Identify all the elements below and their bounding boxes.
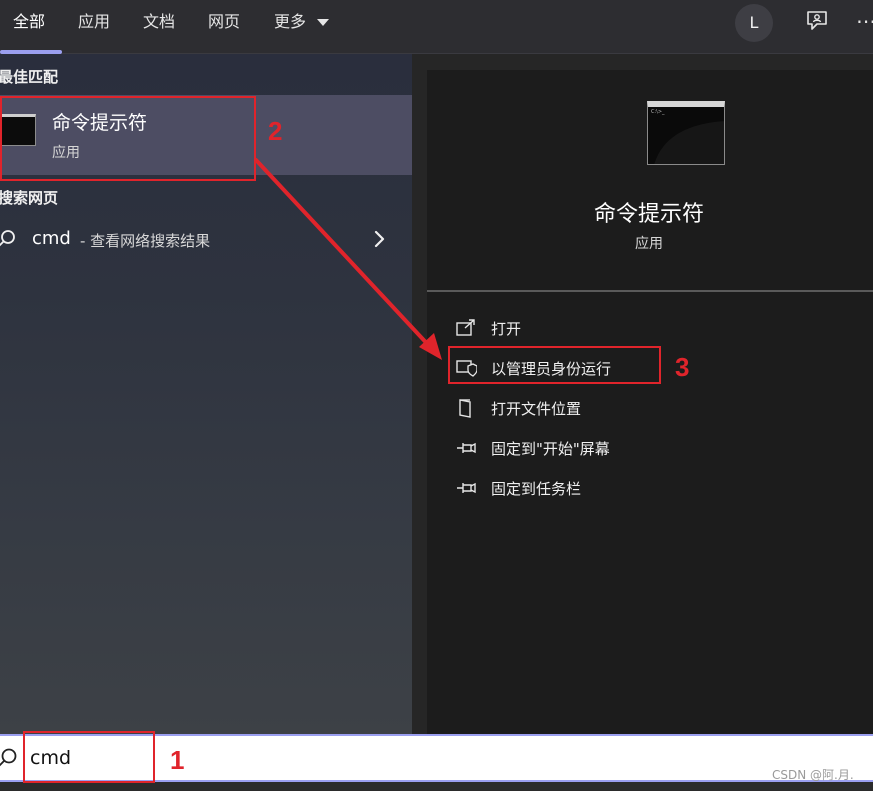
preview-divider [427,290,873,292]
chevron-right-icon[interactable] [372,228,388,250]
tab-more[interactable]: 更多 [274,11,330,33]
action-pin-to-start[interactable]: 固定到"开始"屏幕 [427,430,873,466]
windows-search-panel: 全部 应用 文档 网页 更多 L ⋯ 最佳匹配 命令提示符 应用 搜索网页 cm… [0,0,873,791]
tab-all[interactable]: 全部 [13,11,45,33]
search-icon [0,748,17,767]
open-icon [456,319,475,336]
results-pane: 最佳匹配 命令提示符 应用 搜索网页 cmd - 查看网络搜索结果 [0,54,412,734]
search-icon [0,230,15,247]
web-search-heading: 搜索网页 [0,189,59,207]
tab-web[interactable]: 网页 [208,11,240,33]
preview-pane: C:\>_ 命令提示符 应用 打开 以管理员身份运行 打开文件位置 固定到"开始… [427,70,873,734]
shield-icon [456,360,477,377]
action-open-file-location[interactable]: 打开文件位置 [427,390,873,426]
pin-icon [457,442,476,454]
tab-more-label: 更多 [274,12,307,31]
folder-icon [459,399,471,418]
command-prompt-icon [0,114,36,146]
action-run-as-admin-label: 以管理员身份运行 [491,360,612,378]
command-prompt-large-icon: C:\>_ [647,101,725,165]
action-pin-to-taskbar[interactable]: 固定到任务栏 [427,470,873,506]
search-input[interactable] [30,743,730,773]
search-tab-bar: 全部 应用 文档 网页 更多 L ⋯ [0,0,873,54]
pin-icon [457,482,476,494]
annotation-step-1: 1 [170,745,185,775]
action-pin-to-taskbar-label: 固定到任务栏 [491,480,582,498]
preview-app-name: 命令提示符 [593,202,704,227]
user-avatar[interactable]: L [735,4,773,42]
action-run-as-admin[interactable]: 以管理员身份运行 [427,350,873,386]
best-match-type: 应用 [52,145,80,161]
thumb-glare [654,121,724,164]
best-match-result[interactable]: 命令提示符 应用 [0,95,412,175]
search-box [0,734,873,782]
annotation-step-3: 3 [675,352,690,382]
chevron-down-icon [317,18,330,26]
watermark: CSDN @阿.月. [772,768,854,782]
annotation-step-2: 2 [268,116,283,146]
best-match-heading: 最佳匹配 [0,68,59,86]
feedback-icon[interactable] [804,9,830,35]
web-search-query: cmd [32,228,71,249]
preview-app-type: 应用 [635,236,663,252]
best-match-title: 命令提示符 [52,112,148,134]
tab-documents[interactable]: 文档 [143,11,175,33]
web-search-description: - 查看网络搜索结果 [80,232,211,250]
web-search-result[interactable]: cmd - 查看网络搜索结果 [0,220,412,260]
action-open-file-location-label: 打开文件位置 [491,400,582,418]
more-options-icon[interactable]: ⋯ [856,8,873,34]
action-pin-to-start-label: 固定到"开始"屏幕 [491,440,610,458]
action-open[interactable]: 打开 [427,310,873,346]
taskbar-edge [0,782,873,791]
tab-apps[interactable]: 应用 [78,11,110,33]
action-open-label: 打开 [491,320,522,338]
